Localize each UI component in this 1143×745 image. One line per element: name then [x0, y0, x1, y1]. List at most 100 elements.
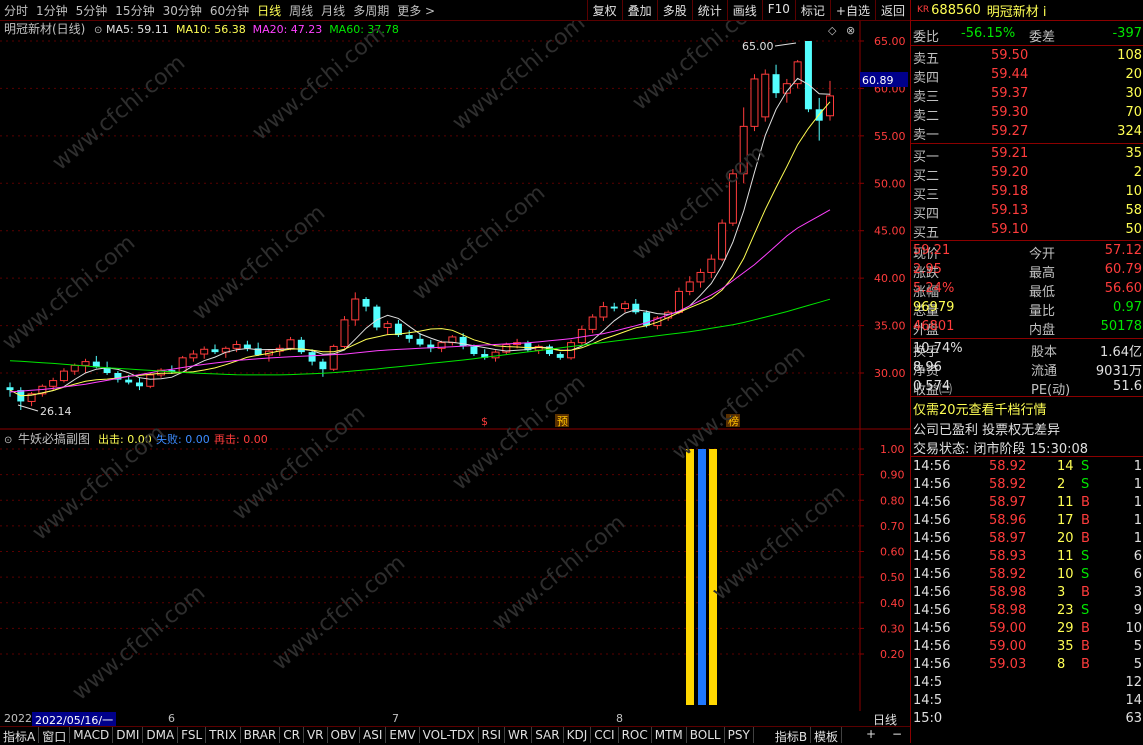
- tick-time: 14:56: [913, 621, 951, 636]
- tick-row: 14:56 58.98 3 B 3: [911, 584, 1143, 603]
- candle-body-up: [718, 222, 727, 260]
- tick-price: 59.00: [989, 621, 1027, 636]
- candle-body-up: [750, 78, 759, 127]
- tool-button-5[interactable]: F10: [761, 0, 795, 21]
- indicator-tab-21[interactable]: BOLL: [687, 727, 725, 743]
- top-toolbar: 分时 1分钟 5分钟 15分钟 30分钟 60分钟 日线 周线 月线 多周期 更多 > 复权 叠加 多股…: [0, 0, 910, 21]
- tool-button-1[interactable]: 叠加: [621, 0, 657, 21]
- zoom-in-button[interactable]: +: [866, 727, 876, 741]
- period-tab-9[interactable]: 多周期: [353, 2, 389, 19]
- tool-button-2[interactable]: 多股: [656, 0, 692, 21]
- indicator-tab-16[interactable]: SAR: [532, 727, 564, 743]
- chart-tools: 复权 叠加 多股 统计 画线 F10 标记 +自选 返回: [586, 0, 910, 21]
- stat-value: 60.79: [1104, 262, 1142, 277]
- stock-name[interactable]: 明冠新材 i: [987, 1, 1047, 20]
- weibi-row: 委比 -56.15% 委差 -397: [911, 25, 1143, 45]
- indicator-tab-9[interactable]: VR: [304, 727, 328, 743]
- period-tab-4[interactable]: 30分钟: [163, 2, 202, 19]
- indicator-tab-3[interactable]: DMI: [113, 727, 144, 743]
- tick-side: S: [1081, 477, 1090, 492]
- stat-label: 流通: [1031, 364, 1058, 379]
- indicator-tab-18[interactable]: CCI: [591, 727, 619, 743]
- indicator-tab-10[interactable]: OBV: [328, 727, 361, 743]
- date-year: 2022: [4, 712, 32, 725]
- tick-row: 14:56 58.92 14 S 1: [911, 458, 1143, 477]
- sub-axis-label: 0.80: [880, 494, 905, 507]
- period-tab-0[interactable]: 分时: [4, 2, 28, 19]
- indicator-tab-12[interactable]: EMV: [386, 727, 420, 743]
- indicator-tab-15[interactable]: WR: [505, 727, 533, 743]
- indicator-tab-20[interactable]: MTM: [652, 727, 687, 743]
- stat-row: 外盘 46801 内盘 50178: [911, 318, 1143, 338]
- indicator-tab-19[interactable]: ROC: [619, 727, 652, 743]
- tool-button-7[interactable]: +自选: [829, 0, 875, 21]
- zoom-out-button[interactable]: −: [892, 727, 902, 741]
- indicator-tab-8[interactable]: CR: [280, 727, 304, 743]
- indicator-tab-7[interactable]: BRAR: [241, 727, 281, 743]
- promo-row: 仅需20元查看千档行情: [911, 398, 1143, 418]
- sub-axis-label: 1.00: [880, 443, 905, 456]
- period-tab-2[interactable]: 5分钟: [76, 2, 108, 19]
- indicator-tab-23[interactable]: 指标B: [772, 727, 812, 744]
- stat-value: 96979: [913, 300, 955, 315]
- tick-count: 5: [1133, 657, 1142, 672]
- tool-button-8[interactable]: 返回: [874, 0, 910, 21]
- settings-icon: ⊙: [4, 435, 12, 446]
- event-marker: 预: [557, 415, 568, 428]
- tick-count: 1: [1133, 495, 1142, 510]
- indicator-tab-0[interactable]: 指标A: [0, 727, 40, 744]
- candle-body-down: [373, 306, 381, 328]
- bid-volume: 2: [1133, 165, 1142, 180]
- signal-bar-0: [686, 449, 694, 705]
- period-tab-10[interactable]: 更多 >: [397, 2, 435, 19]
- period-tab-7[interactable]: 周线: [289, 2, 313, 19]
- tool-button-4[interactable]: 画线: [726, 0, 762, 21]
- watermark: www.cfchi.com: [668, 340, 810, 465]
- period-tab-1[interactable]: 1分钟: [36, 2, 68, 19]
- tick-count: 63: [1125, 711, 1142, 726]
- kline-chart[interactable]: 65.0060.0055.0050.0045.0040.0035.0030.00…: [0, 0, 910, 711]
- tool-button-0[interactable]: 复权: [586, 0, 622, 21]
- event-marker: $: [481, 415, 488, 428]
- bid-volume: 58: [1125, 203, 1142, 218]
- stat-label: 内盘: [1029, 323, 1056, 338]
- indicator-tab-17[interactable]: KDJ: [564, 727, 592, 743]
- stock-code[interactable]: 688560: [931, 3, 981, 18]
- stat-label: 今开: [1029, 247, 1056, 262]
- watermark: www.cfchi.com: [448, 370, 590, 495]
- period-tab-5[interactable]: 60分钟: [210, 2, 249, 19]
- indicator-tab-22[interactable]: PSY: [725, 727, 754, 743]
- indicator-tab-11[interactable]: ASI: [360, 727, 387, 743]
- indicator-tab-14[interactable]: RSI: [479, 727, 506, 743]
- tick-count: 3: [1133, 585, 1142, 600]
- tick-time: 14:56: [913, 549, 951, 564]
- indicator-tab-4[interactable]: DMA: [143, 727, 179, 743]
- ask-row: 卖五 59.50 108: [911, 47, 1143, 67]
- tick-side: S: [1081, 549, 1090, 564]
- tool-button-6[interactable]: 标记: [794, 0, 830, 21]
- indicator-tab-5[interactable]: FSL: [178, 727, 207, 743]
- ask-price: 59.44: [991, 67, 1029, 82]
- tick-side: B: [1081, 531, 1090, 546]
- period-tab-6[interactable]: 日线: [257, 2, 281, 19]
- tick-price: 58.98: [989, 603, 1027, 618]
- indicator-tab-2[interactable]: MACD: [70, 727, 114, 743]
- indicator-tab-24[interactable]: 模板: [811, 727, 843, 744]
- period-tab-3[interactable]: 15分钟: [115, 2, 154, 19]
- tick-side: B: [1081, 639, 1090, 654]
- tick-time: 14:56: [913, 531, 951, 546]
- chart-area[interactable]: 65.00 60.00 55.00 50.00 45.00 40.00 35.00 30.00…: [0, 0, 910, 711]
- sub-axis-label: 0.90: [880, 469, 905, 482]
- tick-price: 58.98: [989, 585, 1027, 600]
- tick-count: 1: [1133, 459, 1142, 474]
- ask-volume: 108: [1117, 48, 1142, 63]
- stat-value: 10.74%: [913, 341, 963, 356]
- diamond-icon: ◇: [828, 24, 837, 37]
- indicator-tab-1[interactable]: 窗口: [39, 727, 71, 744]
- period-tab-8[interactable]: 月线: [321, 2, 345, 19]
- indicator-tab-13[interactable]: VOL-TDX: [420, 727, 479, 743]
- tool-button-3[interactable]: 统计: [691, 0, 727, 21]
- indicator-tab-6[interactable]: TRIX: [206, 727, 241, 743]
- price-axis-label: 55.00: [874, 130, 906, 143]
- stat-row: 涨幅 5.24% 最低 56.60: [911, 280, 1143, 300]
